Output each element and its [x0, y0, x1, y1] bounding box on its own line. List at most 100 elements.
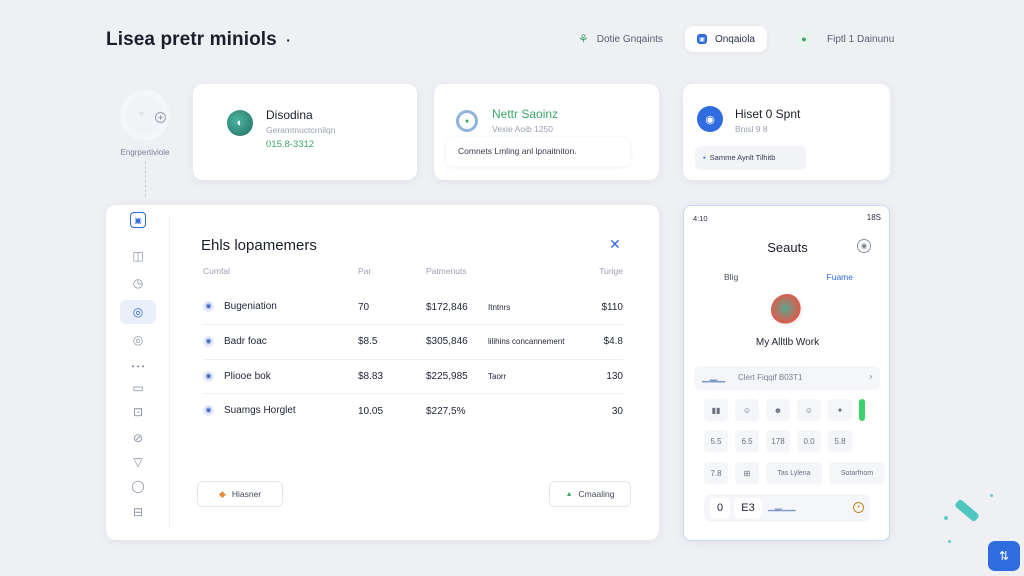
app-title: Lisea pretr miniols · — [106, 29, 291, 51]
phone-user-name: My Alltlb Work — [755, 337, 820, 348]
avatar-placeholder-icon: ○ — [139, 109, 144, 118]
stat-3-title: Hiset 0 Spnt — [735, 107, 801, 121]
row-icon: ◉ — [203, 301, 214, 313]
cmaaling-button-label: Cmaaling — [578, 489, 615, 499]
settings-icon[interactable]: ◉ — [857, 239, 871, 253]
home-icon[interactable]: ▣ — [130, 212, 146, 228]
filter-icon[interactable]: ▽ — [128, 452, 148, 472]
chevron-right-icon: › — [869, 372, 872, 381]
profile-block[interactable]: ○ + Engrpertiviole — [110, 96, 180, 197]
globe-icon: ◐ — [227, 110, 253, 136]
table-row[interactable]: ◉ Badr foac $8.5 $305,846 lilihins concan… — [203, 324, 623, 360]
bottom-value-mid: E3 — [734, 498, 762, 518]
stat-2-subtitle: Vexie Aoib 1250 — [492, 124, 553, 134]
stat-3-chip-label: Samme Aynlt Tilhitb — [709, 153, 776, 162]
phone-time-left: 4:10 — [693, 214, 708, 223]
phone-tab-right[interactable]: Fuame — [827, 272, 853, 282]
row-name: Pliooe bok — [224, 370, 271, 382]
stat-card-2[interactable]: ● Nettr Saoinz Vexie Aoib 1250 Comnets L… — [434, 84, 659, 180]
fab-button[interactable]: ⇅ — [988, 541, 1020, 571]
stat-1-title: Disodina — [266, 108, 313, 122]
app-title-text: Lisea pretr miniols — [106, 29, 277, 50]
row-note: Itntnrs — [478, 290, 578, 325]
target-icon[interactable]: ◎ — [128, 330, 148, 350]
row-note: Taorr — [478, 359, 578, 394]
timer-icon[interactable]: • — [853, 502, 864, 513]
decor-dot-1 — [944, 516, 948, 520]
trash-icon[interactable]: ⊟ — [128, 502, 148, 522]
table-row[interactable]: ◉ Pliooe bok $8.83 $225,985 Taorr 130 — [203, 359, 623, 394]
chat-icon[interactable]: ▭ — [128, 378, 148, 398]
toggle-slider[interactable] — [859, 399, 865, 421]
stat-card-3[interactable]: ◉ Hiset 0 Spnt Bnisl 9 8 ▪ Samme Aynlt Ti… — [683, 84, 890, 180]
grid-user-icon[interactable]: ☺ — [797, 399, 821, 421]
stat-2-note: Comnets Lmling anl lpnaitniton. — [446, 138, 630, 166]
row-note — [478, 394, 578, 429]
row-icon: ◉ — [203, 405, 214, 417]
row-amount: $225,985 — [426, 359, 478, 394]
phone-banner[interactable]: ▁▂▁ Clert Fiqqif B03T1 › — [694, 366, 880, 390]
row-icon: ◉ — [203, 370, 214, 382]
row-par: $8.5 — [358, 324, 426, 360]
nav-item-2[interactable]: ▣ Onqaiola — [685, 26, 767, 52]
add-icon[interactable]: + — [155, 112, 166, 123]
grid-bars-icon[interactable]: ▮▮ — [704, 399, 728, 421]
grid-tag[interactable]: Sotarfnom — [829, 462, 885, 484]
leaf-icon: ⚘ — [578, 32, 589, 46]
app-icon: ▣ — [697, 34, 707, 44]
col-header-total: Turige — [599, 266, 623, 276]
phone-time-right: 18S — [866, 213, 881, 222]
more-icon[interactable]: • • • — [128, 356, 148, 376]
play-icon: ▲ — [565, 490, 573, 498]
nav-item-3[interactable]: ● Fiptl 1 Dainunu — [795, 26, 894, 52]
decor-dot-3 — [948, 540, 951, 543]
phone-value-row: 5.5 6.5 178 0.0 5.8 — [704, 430, 852, 452]
phone-tab-left[interactable]: Blig — [724, 272, 738, 282]
row-par: 10.05 — [358, 405, 384, 417]
stat-card-1[interactable]: ◐ Disodina Geramtnuctcrnilqn 015.8-3312 — [193, 84, 417, 180]
shuffle-icon: ⇅ — [998, 549, 1010, 563]
grid-value: 178 — [766, 430, 790, 452]
bottom-value-left: 0 — [710, 498, 730, 518]
globe-nav-icon[interactable]: ◎ — [120, 300, 156, 324]
pin-icon[interactable]: ◯ — [128, 476, 148, 496]
bag-icon[interactable]: ⊡ — [128, 402, 148, 422]
grid-person-icon[interactable]: ☺ — [735, 399, 759, 421]
nav-item-3-label: Fiptl 1 Dainunu — [827, 33, 895, 45]
cmaaling-button[interactable]: ▲ Cmaaling — [549, 481, 631, 507]
row-name: Bugeniation — [224, 301, 277, 313]
title-dot: · — [286, 32, 291, 48]
table-row[interactable]: ◉ Suamgs Horglet 10.05 $227,5% 30 — [203, 394, 623, 429]
col-header-payments: Patmenuts — [426, 266, 467, 276]
row-name: Badr foac — [224, 336, 267, 348]
row-name: Suamgs Horglet — [224, 405, 296, 417]
sparkline-icon: ▁▂▁▁ — [768, 501, 796, 511]
row-amount: $227,5% — [426, 405, 466, 417]
col-header-par: Par — [358, 266, 372, 276]
grid-team-icon[interactable]: ☻ — [766, 399, 790, 421]
link-icon[interactable]: ⊘ — [128, 428, 148, 448]
stat-1-value: 015.8-3312 — [266, 139, 315, 150]
grid-value: 5.5 — [704, 430, 728, 452]
table-row[interactable]: ◉ Bugeniation 70 $172,846 Itntnrs $110 — [203, 290, 623, 325]
row-amount: $305,846 — [426, 324, 478, 360]
grid-tag[interactable]: Tas Lylena — [766, 462, 822, 484]
phone-icon-grid: ▮▮ ☺ ☻ ☺ ✦ — [704, 399, 865, 421]
nav-item-1[interactable]: ⚘ Dotie Gnqaints — [578, 26, 663, 52]
close-icon[interactable]: ✕ — [609, 236, 621, 253]
row-total: $110 — [578, 290, 623, 325]
stat-3-subtitle: Bnisl 9 8 — [735, 124, 768, 134]
board-icon[interactable]: ◫ — [128, 246, 148, 266]
profile-label: Engrpertiviole — [120, 148, 170, 157]
col-header-blank — [478, 266, 578, 290]
nav-item-2-label: Onqaiola — [714, 33, 755, 45]
clock-icon[interactable]: ◷ — [128, 273, 148, 293]
row-icon: ◉ — [203, 336, 214, 348]
hiasner-button[interactable]: ◆ Hiasner — [197, 481, 283, 507]
grid-star-icon[interactable]: ✦ — [828, 399, 852, 421]
user-circle-icon: ● — [795, 30, 813, 48]
table-title: Ehls lopamemers — [201, 237, 317, 254]
stat-3-chip[interactable]: ▪ Samme Aynlt Tilhitb — [695, 146, 806, 170]
hiasner-button-label: Hiasner — [231, 489, 262, 499]
grid-cart-icon[interactable]: ⊞ — [735, 462, 759, 484]
